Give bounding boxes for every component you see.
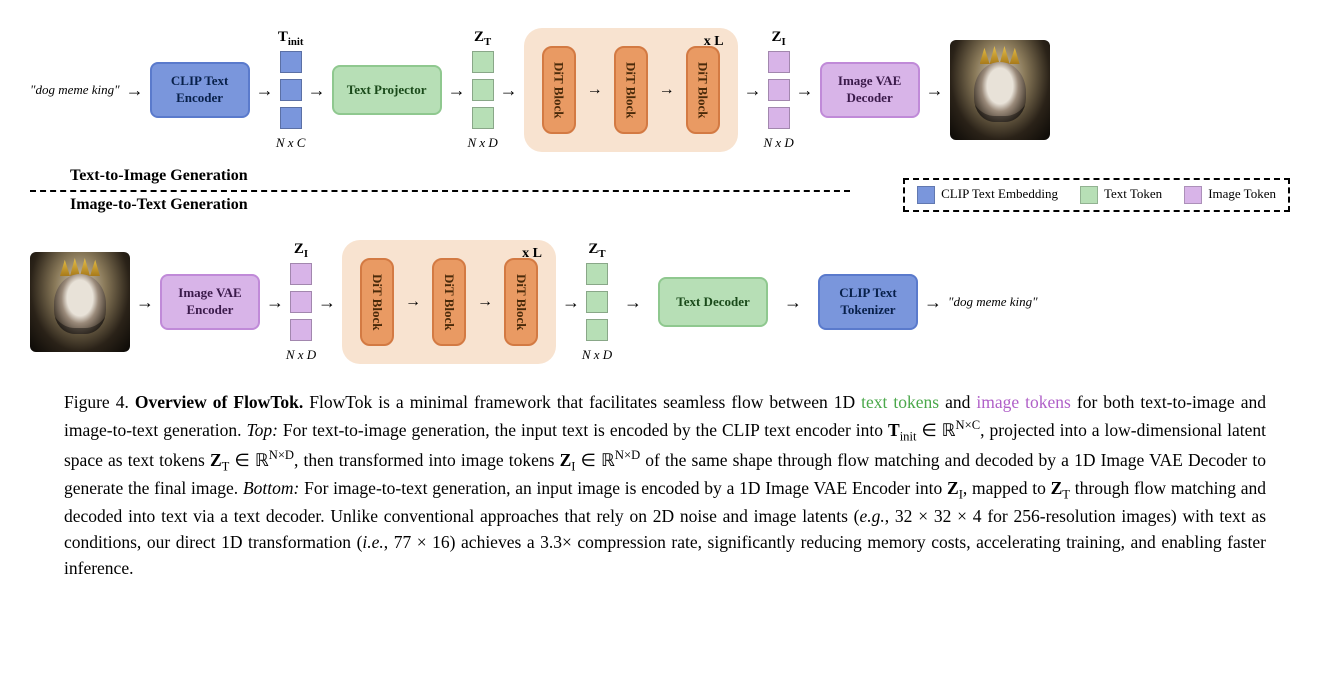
arrow-icon	[920, 80, 950, 101]
token-square	[586, 319, 608, 341]
arrow-icon	[260, 292, 290, 313]
arrow-icon	[918, 292, 948, 313]
arrow-icon	[738, 80, 768, 101]
arrow-icon	[658, 81, 676, 99]
dit-group-bottom: x L DiT Block DiT Block DiT Block	[342, 240, 556, 364]
arrow-icon	[312, 292, 342, 313]
token-square	[586, 263, 608, 285]
legend-item: CLIP Text Embedding	[917, 186, 1058, 204]
arrow-icon	[556, 292, 586, 313]
arrow-icon	[404, 293, 422, 311]
arrow-icon	[120, 80, 150, 101]
arrow-icon	[608, 292, 658, 313]
dit-block: DiT Block	[686, 46, 720, 134]
clip-text-encoder-block: CLIP Text Encoder	[150, 62, 250, 118]
arrow-icon	[130, 292, 160, 313]
arrow-icon	[494, 80, 524, 101]
legend: CLIP Text Embedding Text Token Image Tok…	[903, 178, 1290, 212]
token-square	[768, 107, 790, 129]
arrow-icon	[476, 293, 494, 311]
dit-block: DiT Block	[614, 46, 648, 134]
output-text: "dog meme king"	[948, 294, 1038, 310]
figure-caption: Figure 4. Overview of FlowTok. FlowTok i…	[0, 370, 1330, 582]
token-square	[472, 51, 494, 73]
output-image	[950, 40, 1050, 140]
token-square	[290, 291, 312, 313]
zt-tokens-bottom: ZT N x D	[586, 263, 608, 341]
repeat-label: x L	[704, 34, 724, 50]
input-text-prompt: "dog meme king"	[30, 82, 120, 98]
token-square	[768, 79, 790, 101]
legend-item: Image Token	[1184, 186, 1276, 204]
zt-tokens: ZT N x D	[472, 51, 494, 129]
token-square	[290, 319, 312, 341]
i2t-section-label: Image-to-Text Generation	[70, 196, 248, 214]
i2t-flow: Image VAE Encoder ZI N x D x L DiT Block…	[30, 232, 1300, 372]
dit-group: x L DiT Block DiT Block DiT Block	[524, 28, 738, 152]
figure-title: Overview of FlowTok.	[135, 392, 303, 412]
token-square	[472, 79, 494, 101]
image-vae-decoder-block: Image VAE Decoder	[820, 62, 920, 118]
token-square	[280, 107, 302, 129]
text-projector-block: Text Projector	[332, 65, 442, 115]
t2i-section-label: Text-to-Image Generation	[70, 167, 248, 185]
tinit-tokens: Tinit N x C	[280, 51, 302, 129]
token-square	[280, 51, 302, 73]
arrow-icon	[768, 292, 818, 313]
arrow-icon	[586, 81, 604, 99]
input-image	[30, 252, 130, 352]
token-square	[586, 291, 608, 313]
text-decoder-block: Text Decoder	[658, 277, 768, 327]
dit-block: DiT Block	[432, 258, 466, 346]
legend-item: Text Token	[1080, 186, 1162, 204]
divider-line	[30, 190, 850, 192]
token-square	[280, 79, 302, 101]
image-vae-encoder-block: Image VAE Encoder	[160, 274, 260, 330]
arrow-icon	[442, 80, 472, 101]
architecture-diagram: "dog meme king" CLIP Text Encoder Tinit …	[0, 0, 1330, 370]
figure-number: Figure 4.	[64, 392, 129, 412]
dit-block: DiT Block	[360, 258, 394, 346]
arrow-icon	[250, 80, 280, 101]
zi-tokens-bottom: ZI N x D	[290, 263, 312, 341]
token-square	[472, 107, 494, 129]
clip-text-tokenizer-block: CLIP Text Tokenizer	[818, 274, 918, 330]
t2i-flow: "dog meme king" CLIP Text Encoder Tinit …	[30, 20, 1300, 160]
token-square	[290, 263, 312, 285]
zi-tokens: ZI N x D	[768, 51, 790, 129]
dit-block: DiT Block	[542, 46, 576, 134]
arrow-icon	[302, 80, 332, 101]
arrow-icon	[790, 80, 820, 101]
token-square	[768, 51, 790, 73]
repeat-label: x L	[522, 246, 542, 262]
dit-block: DiT Block	[504, 258, 538, 346]
